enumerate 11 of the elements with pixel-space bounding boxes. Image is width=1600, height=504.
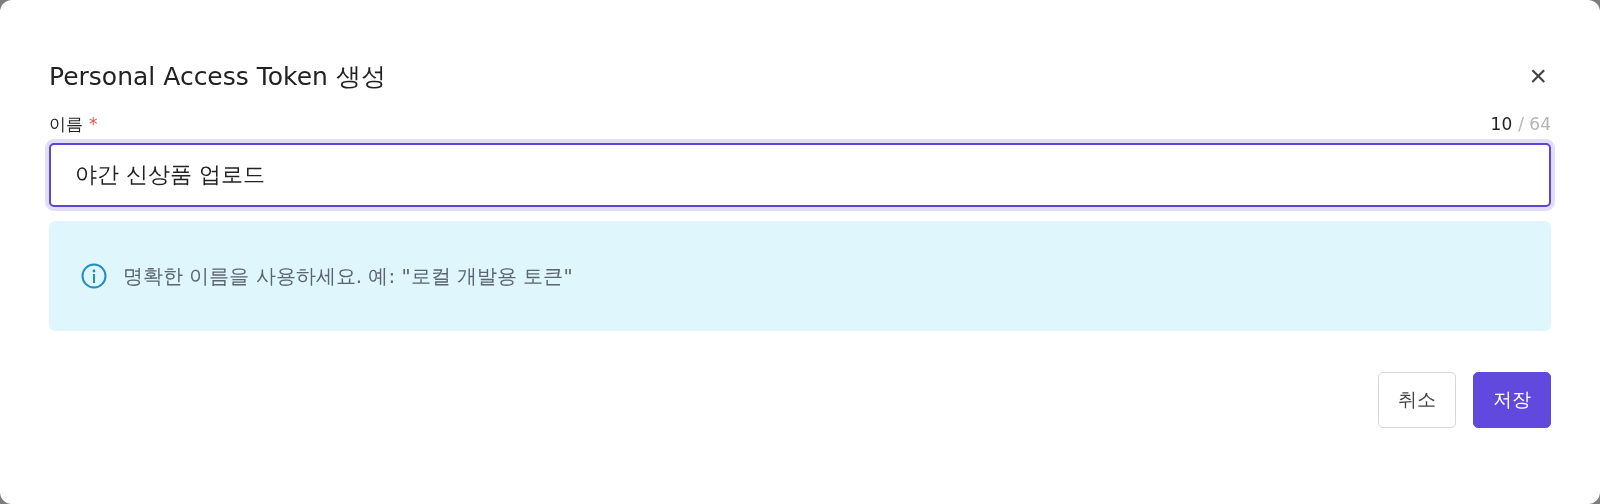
character-limit: / 64 (1518, 114, 1551, 134)
save-button[interactable]: 저장 (1473, 372, 1551, 428)
info-icon (81, 263, 107, 289)
name-input-field[interactable]: 야간 신상품 업로드 (49, 143, 1551, 207)
dialog-title: Personal Access Token 생성 (49, 60, 386, 93)
character-count: 10 (1490, 114, 1513, 134)
cancel-button[interactable]: 취소 (1378, 372, 1456, 428)
close-button[interactable]: × (1525, 61, 1551, 91)
required-mark: * (89, 114, 98, 134)
field-label: 이름 (49, 112, 83, 136)
info-text: 명확한 이름을 사용하세요. 예: "로컬 개발용 토큰" (123, 262, 573, 290)
